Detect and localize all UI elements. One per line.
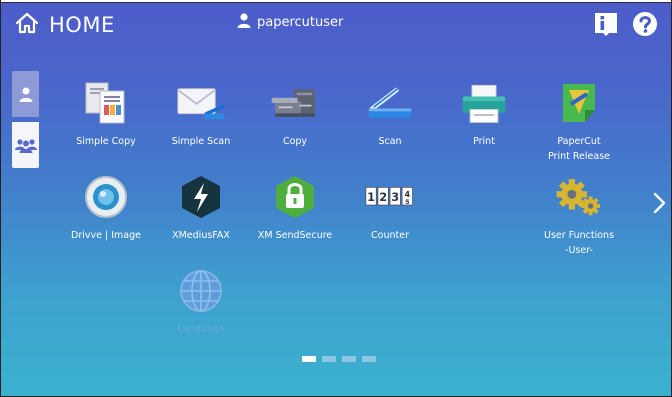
sendsecure-lock-icon [270,172,320,222]
home-button[interactable]: HOME [15,9,115,41]
device-home-screen: HOME papercutuser Simple Copy Simple Sca… [0,0,672,397]
globe-icon [176,266,226,316]
app-drivve-image[interactable]: Drivve | Image [58,172,154,243]
simple-copy-icon [81,78,131,128]
logged-in-user: papercutuser [237,13,343,32]
user-name: papercutuser [257,15,344,30]
app-label: Language [177,324,225,335]
app-label: Simple Scan [171,136,231,147]
app-papercut-print-release[interactable]: PaperCut Print Release [531,78,627,164]
counter-icon: 1 2 3 4 5 [365,172,415,222]
scanner-icon [365,78,415,128]
help-icon [633,12,657,36]
page-dot[interactable] [342,356,356,362]
copier-icon [270,78,320,128]
app-label: XM SendSecure [257,230,333,241]
papercut-icon [554,78,604,128]
header-bar: HOME papercutuser [1,3,671,47]
app-language[interactable]: Language [153,266,249,337]
printer-icon [459,78,509,128]
info-icon [595,13,617,36]
app-label: PaperCut Print Release [548,136,610,162]
chevron-right-icon [653,192,666,214]
tab-shared[interactable] [12,122,39,168]
app-scan[interactable]: Scan [342,78,438,149]
page-dot[interactable] [302,356,316,362]
help-button[interactable] [632,11,658,37]
app-counter[interactable]: 1 2 3 4 5 Counter [342,172,438,243]
home-icon [15,12,39,38]
user-icon [237,13,251,32]
page-indicator [302,356,376,362]
info-button[interactable] [594,12,618,36]
app-label: XMediusFAX [172,230,230,241]
side-tabs [12,71,39,168]
app-label: Print [473,136,495,147]
app-simple-scan[interactable]: Simple Scan [153,78,249,149]
app-label: User Functions -User- [543,230,615,256]
svg-text:3: 3 [391,191,399,204]
page-dot[interactable] [362,356,376,362]
drivve-icon [81,172,131,222]
svg-text:2: 2 [379,191,387,204]
app-simple-copy[interactable]: Simple Copy [58,78,154,149]
svg-text:5: 5 [405,198,410,206]
xmedius-fax-icon [176,172,226,222]
app-user-functions[interactable]: User Functions -User- [531,172,627,258]
app-print[interactable]: Print [436,78,532,149]
simple-scan-icon [176,78,226,128]
svg-text:1: 1 [367,191,375,204]
app-xmediusfax[interactable]: XMediusFAX [153,172,249,243]
person-icon [19,87,32,102]
home-label: HOME [49,13,115,37]
app-copy[interactable]: Copy [247,78,343,149]
app-label: Counter [371,230,409,241]
tab-personal[interactable] [12,71,39,117]
group-icon [14,138,37,153]
gears-icon [554,172,604,222]
app-label: Copy [282,136,308,147]
page-dot[interactable] [322,356,336,362]
next-page-button[interactable] [651,190,669,216]
app-label: Scan [378,136,402,147]
app-label: Simple Copy [76,136,136,147]
app-label: Drivve | Image [71,230,141,241]
app-xm-sendsecure[interactable]: XM SendSecure [247,172,343,243]
